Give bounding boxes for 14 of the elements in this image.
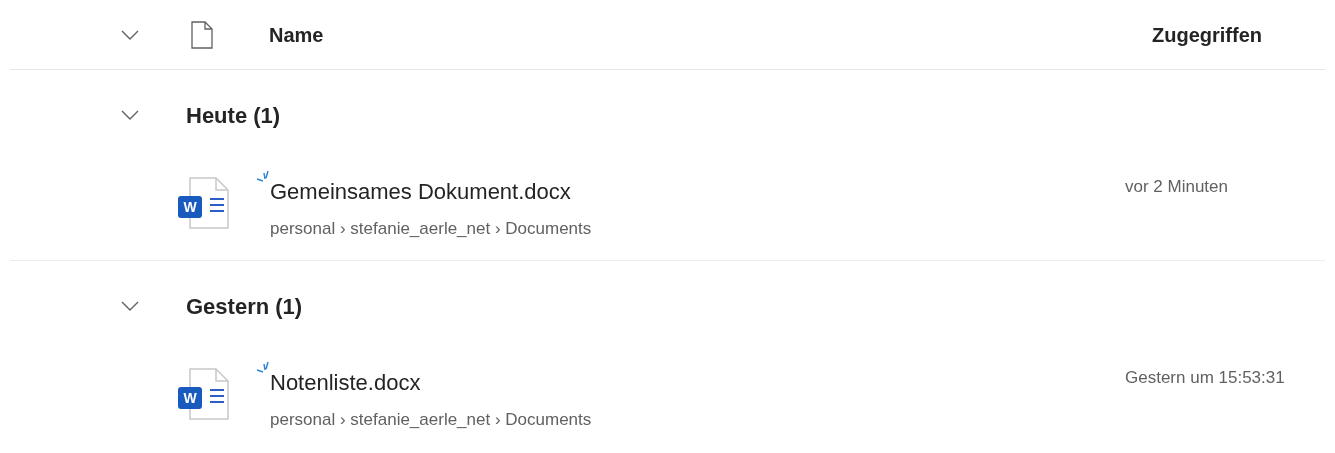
accessed-time: vor 2 Minuten	[1125, 176, 1229, 198]
chevron-icon[interactable]	[121, 110, 139, 120]
chevron-icon[interactable]	[121, 301, 139, 311]
file-name[interactable]: Gemeinsames Dokument.docx	[270, 174, 592, 208]
column-header[interactable]: Name	[269, 19, 324, 50]
group-heading: Heute (1)	[186, 101, 281, 130]
file-icon	[190, 20, 214, 49]
file-name[interactable]: Notenliste.docx	[270, 365, 592, 399]
accessed-time: Gestern um 15:53:31	[1125, 367, 1286, 389]
group-heading: Gestern (1)	[186, 292, 303, 321]
file-path: personal › stefanie_aerle_net › Documents	[270, 217, 592, 240]
chevron-icon[interactable]	[121, 29, 139, 40]
column-header[interactable]: Zugegriffen	[1152, 19, 1262, 50]
file-path: personal › stefanie_aerle_net › Documents	[270, 408, 592, 431]
